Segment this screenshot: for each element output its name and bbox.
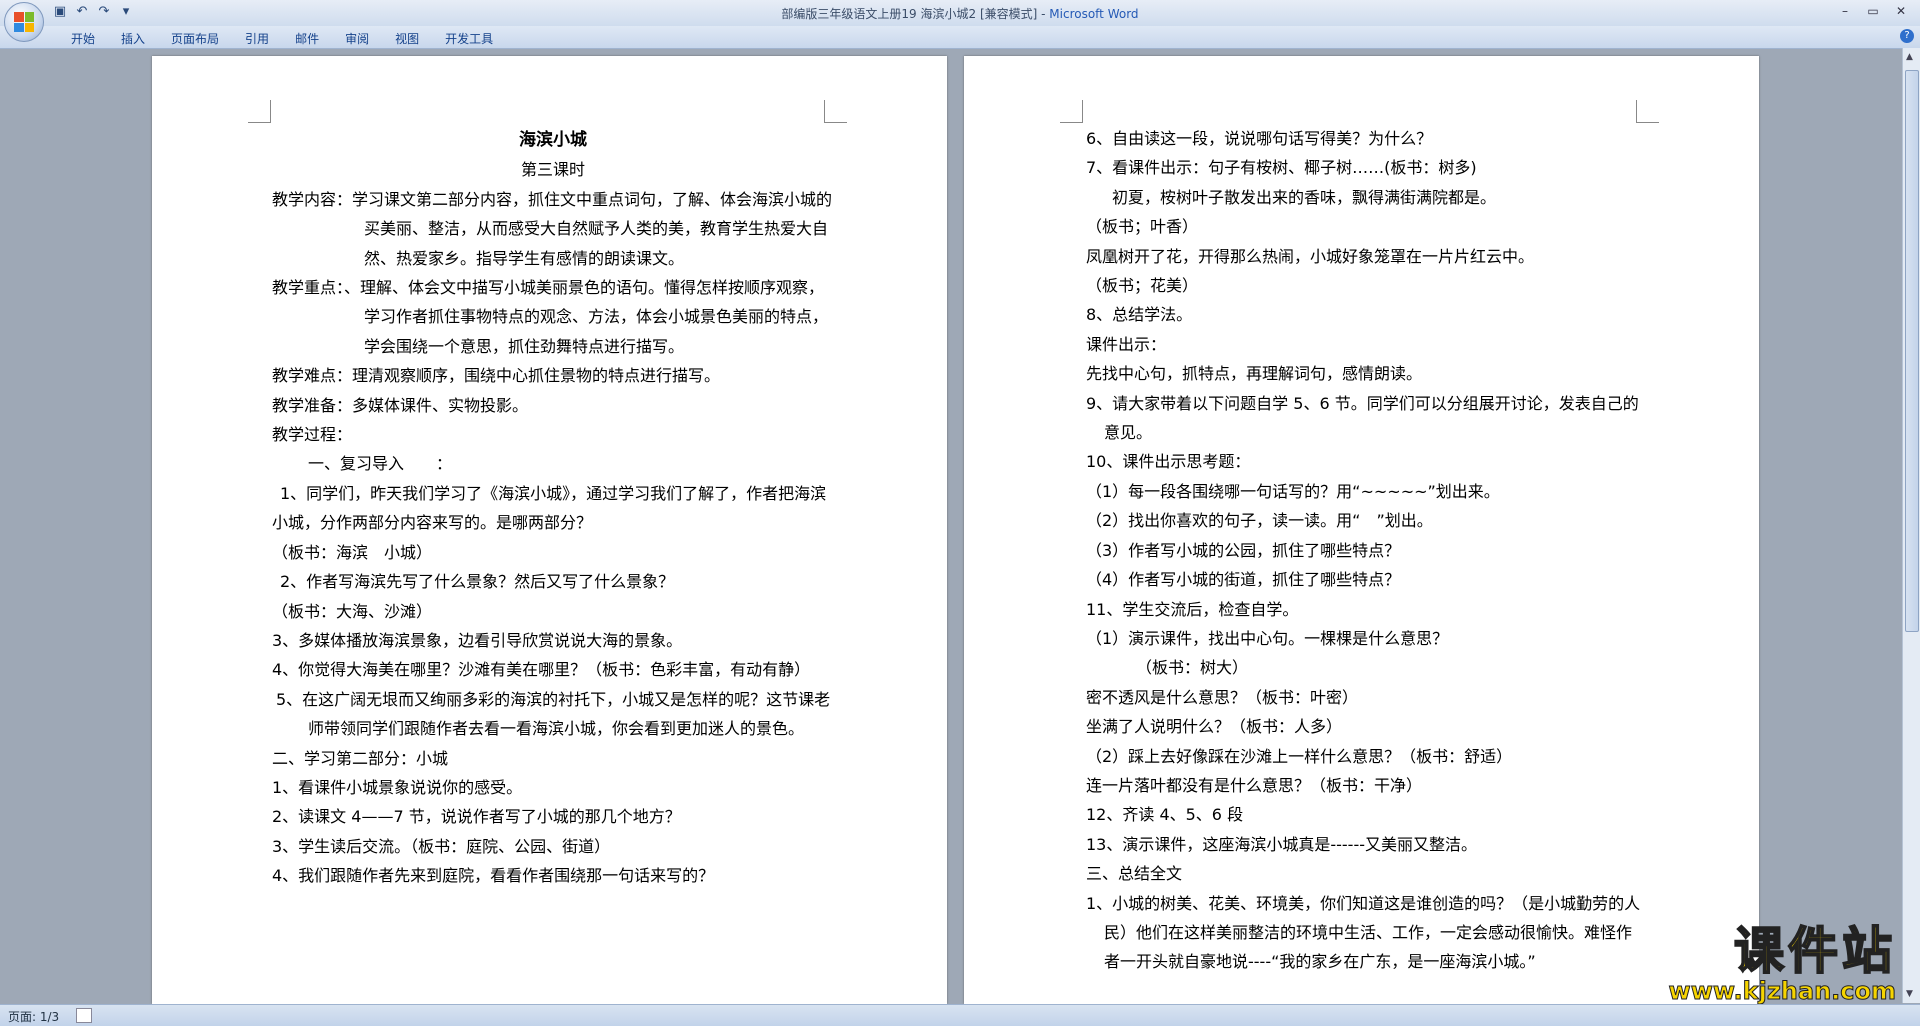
paragraph: 10、课件出示思考题： [1086,452,1251,472]
proofing-icon[interactable] [76,1008,92,1023]
watermark-url: www.kjzhan.com [1668,977,1896,1005]
paragraph: 1、小城的树美、花美、环境美，你们知道这是谁创造的吗？（是小城勤劳的人民）他们在… [1086,893,1641,972]
paragraph: 12、齐读 4、5、6 段 [1086,805,1244,825]
scrollbar-thumb[interactable] [1905,70,1919,632]
paragraph: （1）演示课件，找出中心句。一棵棵是什么意思？ [1086,628,1449,648]
paragraph: （板书；花美） [1086,276,1199,296]
paragraph: （3）作者写小城的公园，抓住了哪些特点？ [1086,540,1401,560]
scroll-up-icon[interactable]: ▲ [1906,52,1913,62]
paragraph: 凤凰树开了花，开得那么热闹，小城好象笼罩在一片片红云中。 [1086,246,1535,266]
paragraph: （板书：树大） [1136,658,1249,678]
paragraph: 先找中心句，抓特点，再理解词句，感情朗读。 [1086,364,1423,384]
paragraph: 3、学生读后交流。（板书：庭院、公园、街道） [272,836,611,856]
paragraph: 4、你觉得大海美在哪里？沙滩有美在哪里？（板书：色彩丰富，有动有静） [272,660,811,680]
paragraph: 1、同学们，昨天我们学习了《海滨小城》，通过学习我们了解了，作者把海滨小城，分作… [272,483,827,533]
paragraph: 课件出示： [1086,334,1167,354]
paragraph: 初夏，桉树叶子散发出来的香味，飘得满街满院都是。 [1112,187,1497,207]
paragraph: 教学难点：理清观察顺序，围绕中心抓住景物的特点进行描写。 [272,366,721,386]
app-name: Microsoft Word [1049,7,1139,21]
paragraph: 13、演示课件，这座海滨小城真是------又美丽又整洁。 [1086,834,1478,854]
crop-mark [248,100,271,123]
paragraph: （2）找出你喜欢的句子，读一读。用“ ”划出。 [1086,511,1433,531]
minimize-icon[interactable]: – [1832,2,1858,20]
window-controls: – ▭ ✕ [1832,2,1914,20]
paragraph: 坐满了人说明什么？（板书：人多） [1086,717,1343,737]
page-number-status[interactable]: 页面: 1/3 [8,1008,59,1025]
paragraph: 教学准备：多媒体课件、实物投影。 [272,395,529,415]
tab-page-layout[interactable]: 页面布局 [158,26,232,48]
tab-insert[interactable]: 插入 [108,26,158,48]
tab-view[interactable]: 视图 [382,26,432,48]
title-bar: ▣ ↶ ↷ ▾ 部编版三年级语文上册19 海滨小城2 [兼容模式] - Micr… [0,0,1920,27]
vertical-scrollbar[interactable]: ▲ ▼ [1902,48,1920,1003]
tab-references[interactable]: 引用 [232,26,282,48]
paragraph: 2、读课文 4——7 节，说说作者写了小城的那几个地方？ [272,807,681,827]
document-title: 部编版三年级语文上册19 海滨小城2 [兼容模式] - [781,7,1050,21]
paragraph: 11、学生交流后，检查自学。 [1086,599,1299,619]
paragraph: 4、我们跟随作者先来到庭院，看看作者围绕那一句话来写的？ [272,866,715,886]
paragraph: （4）作者写小城的街道，抓住了哪些特点？ [1086,570,1401,590]
paragraph: 9、请大家带着以下问题自学 5、6 节。同学们可以分组展开讨论，发表自己的意见。 [1086,393,1639,443]
scroll-down-icon[interactable]: ▼ [1906,989,1913,999]
watermark: 课件站 www.kjzhan.com [1668,922,1896,1005]
document-page-2[interactable]: 6、自由读这一段，说说哪句话写得美？为什么？ 7、看课件出示：句子有桉树、椰子树… [964,56,1759,1004]
paragraph: （板书：大海、沙滩） [272,601,433,621]
paragraph: 2、作者写海滨先写了什么景象？然后又写了什么景象？ [280,572,675,592]
tab-developer[interactable]: 开发工具 [432,26,506,48]
help-icon[interactable]: ? [1900,29,1914,43]
paragraph: 7、看课件出示：句子有桉树、椰子树……(板书：树多) [1086,158,1477,178]
paragraph: 8、总结学法。 [1086,305,1193,325]
paragraph: 3、多媒体播放海滨景象，边看引导欣赏说说大海的景象。 [272,630,683,650]
paragraph: （1）每一段各围绕哪一句话写的？用“~~~~~”划出来。 [1086,481,1500,501]
paragraph: 三、总结全文 [1086,864,1183,884]
paragraph: （板书：海滨 小城） [272,542,433,562]
window-title: 部编版三年级语文上册19 海滨小城2 [兼容模式] - Microsoft Wo… [0,5,1920,22]
paragraph: 1、看课件小城景象说说你的感受。 [272,777,523,797]
paragraph: 二、学习第二部分：小城 [272,748,449,768]
paragraph: 6、自由读这一段，说说哪句话写得美？为什么？ [1086,129,1433,148]
close-icon[interactable]: ✕ [1888,2,1914,20]
status-bar: 页面: 1/3 [0,1004,1920,1026]
crop-mark [1636,100,1659,123]
paragraph: 密不透风是什么意思？（板书：叶密） [1086,687,1359,707]
paragraph: 教学过程： [272,425,353,445]
document-page-1[interactable]: 海滨小城 第三课时 教学内容：学习课文第二部分内容，抓住文中重点词句，了解、体会… [152,56,947,1004]
office-logo-icon [14,12,34,32]
ribbon-tabs: 开始 插入 页面布局 引用 邮件 审阅 视图 开发工具 [0,26,1920,49]
page2-text: 6、自由读这一段，说说哪句话写得美？为什么？ 7、看课件出示：句子有桉树、椰子树… [1086,124,1646,977]
crop-mark [1060,100,1083,123]
paragraph: （板书；叶香） [1086,217,1199,237]
office-button[interactable] [4,2,44,42]
paragraph: 一、复习导入 ： [308,454,453,474]
paragraph: （2）踩上去好像踩在沙滩上一样什么意思？（板书：舒适） [1086,746,1513,766]
page1-text: 海滨小城 第三课时 教学内容：学习课文第二部分内容，抓住文中重点词句，了解、体会… [272,126,834,891]
paragraph: 5、在这广阔无垠而又绚丽多彩的海滨的衬托下，小城又是怎样的呢？这节课老师带领同学… [276,689,831,739]
paragraph: 教学重点：、理解、体会文中描写小城美丽景色的语句。懂得怎样按顺序观察，学习作者抓… [272,278,829,356]
watermark-brand: 课件站 [1733,922,1896,980]
paragraph: 教学内容：学习课文第二部分内容，抓住文中重点词句，了解、体会海滨小城的买美丽、整… [272,189,833,268]
doc-title: 海滨小城 [519,130,587,150]
paragraph: 连一片落叶都没有是什么意思？（板书：干净） [1086,775,1423,795]
crop-mark [824,100,847,123]
doc-subtitle: 第三课时 [520,160,585,180]
tab-review[interactable]: 审阅 [332,26,382,48]
tab-home[interactable]: 开始 [58,26,108,48]
maximize-icon[interactable]: ▭ [1860,2,1886,20]
tab-mailings[interactable]: 邮件 [282,26,332,48]
